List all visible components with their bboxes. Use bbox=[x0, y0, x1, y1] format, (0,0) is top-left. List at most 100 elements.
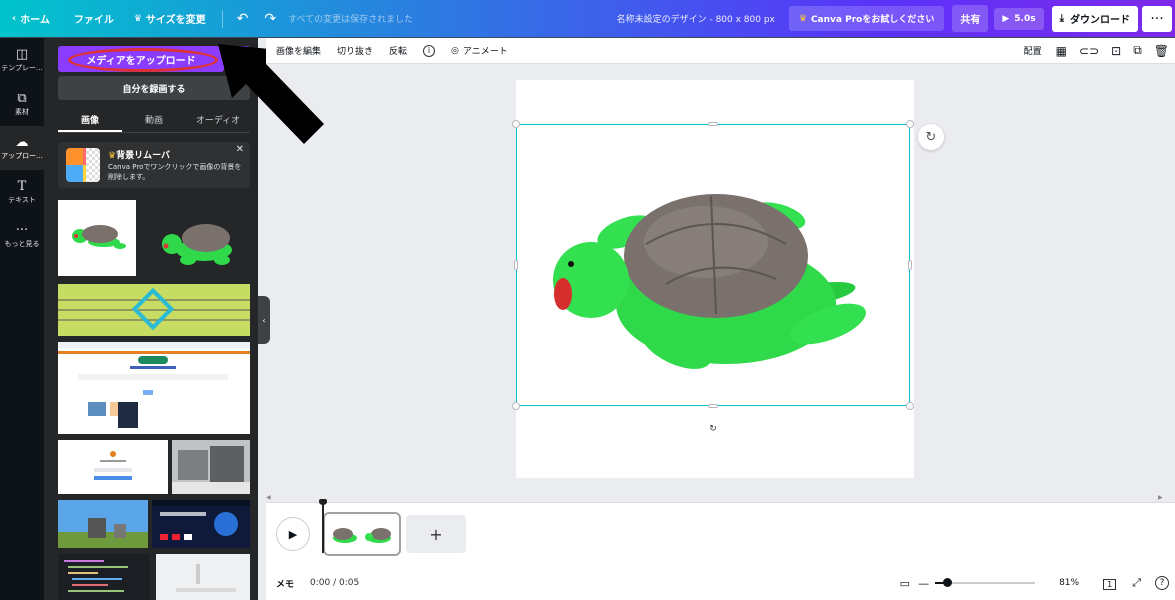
uploaded-image-game-scene[interactable] bbox=[58, 500, 148, 548]
present-play-button[interactable]: ▶ 5.0s bbox=[994, 7, 1044, 30]
uploaded-image-turtle-side[interactable] bbox=[144, 200, 250, 276]
zoom-level[interactable]: 81% bbox=[1059, 578, 1079, 588]
try-pro-button[interactable]: ♛ Canva Proをお試しください bbox=[788, 6, 945, 31]
annotation-circle bbox=[68, 48, 218, 72]
resize-handle[interactable] bbox=[514, 260, 518, 270]
rail-item-uploads[interactable]: ☁ アップロー... bbox=[0, 126, 44, 170]
uploaded-image-books[interactable] bbox=[172, 440, 250, 494]
resize-handle[interactable] bbox=[906, 402, 914, 410]
animate-label: アニメート bbox=[462, 47, 508, 57]
document-title[interactable]: 名称未設定のデザイン - 800 x 800 px bbox=[617, 12, 775, 25]
promo-text: Canva Proでワンクリックで画像の背景を削除します。 bbox=[108, 163, 242, 181]
transparency-icon[interactable]: ▦ bbox=[1050, 44, 1073, 58]
top-bar: ‹ ホーム ファイル ♛ サイズを変更 ↶ ↷ すべての変更は保存されました 名… bbox=[0, 0, 1175, 38]
rail-label: もっと見る bbox=[4, 239, 40, 248]
home-button[interactable]: ‹ ホーム bbox=[0, 0, 64, 38]
info-icon[interactable]: i bbox=[415, 44, 443, 57]
rail-label: 素材 bbox=[15, 107, 29, 116]
refresh-icon: ↻ bbox=[925, 129, 937, 145]
bottom-bar: メモ 0:00 / 0:05 ▭ — 81% 1 ⤢ ? bbox=[266, 566, 1175, 600]
save-status: すべての変更は保存されました bbox=[288, 15, 414, 25]
trash-icon[interactable]: 🗑 bbox=[1148, 44, 1175, 58]
flip-button[interactable]: 反転 bbox=[381, 44, 415, 57]
arrange-button[interactable]: 配置 bbox=[1016, 44, 1050, 57]
tab-images[interactable]: 画像 bbox=[58, 108, 122, 132]
crop-button[interactable]: 切り抜き bbox=[329, 44, 381, 57]
uploaded-image-green-diamond[interactable] bbox=[58, 284, 250, 336]
add-page-button[interactable]: + bbox=[406, 515, 466, 553]
uploaded-image-login-page[interactable] bbox=[58, 440, 168, 494]
zoom-slider[interactable] bbox=[935, 578, 1036, 587]
resize-handle[interactable] bbox=[708, 122, 718, 126]
link-icon[interactable]: ⊂⊃ bbox=[1073, 44, 1105, 58]
uploaded-image-office[interactable] bbox=[156, 554, 250, 600]
rotate-handle[interactable]: ↻ bbox=[705, 421, 721, 437]
rail-label: アップロー... bbox=[1, 151, 43, 160]
play-duration: 5.0s bbox=[1014, 13, 1036, 24]
chevron-left-icon: ‹ bbox=[262, 315, 266, 325]
crown-icon: ♛ bbox=[108, 151, 117, 161]
resize-handle[interactable] bbox=[708, 404, 718, 408]
more-options-button[interactable]: ··· bbox=[1142, 5, 1172, 32]
uploaded-image-turtle-top[interactable] bbox=[58, 200, 136, 276]
resize-handle[interactable] bbox=[512, 402, 520, 410]
scroll-left-icon[interactable]: ◀ bbox=[266, 494, 271, 501]
tab-videos[interactable]: 動画 bbox=[122, 108, 186, 132]
file-menu[interactable]: ファイル bbox=[64, 0, 124, 38]
try-pro-label: Canva Proをお試しください bbox=[810, 15, 935, 25]
playback-time: 0:00 / 0:05 bbox=[310, 578, 360, 588]
rail-label: テキスト bbox=[8, 195, 36, 204]
zoom-slider-knob[interactable] bbox=[943, 578, 953, 587]
animate-icon: ◎ bbox=[451, 45, 459, 56]
download-button[interactable]: ⤓ ダウンロード bbox=[1051, 5, 1138, 32]
rail-item-more[interactable]: ··· もっと見る bbox=[0, 214, 44, 258]
chevron-left-icon: ‹ bbox=[12, 13, 17, 24]
rail-item-templates[interactable]: ◫ テンプレー... bbox=[0, 38, 44, 82]
play-icon: ▶ bbox=[1002, 13, 1010, 24]
resize-handle[interactable] bbox=[512, 120, 520, 128]
notes-button[interactable]: メモ bbox=[266, 577, 294, 590]
refresh-page-button[interactable]: ↻ bbox=[918, 124, 944, 150]
promo-thumbnail bbox=[66, 148, 100, 182]
rail-label: テンプレー... bbox=[1, 63, 43, 72]
template-icon: ◫ bbox=[15, 46, 29, 62]
help-icon[interactable]: ? bbox=[1155, 576, 1169, 590]
scroll-right-icon[interactable]: ▶ bbox=[1158, 494, 1163, 501]
timeline-play-button[interactable]: ▶ bbox=[276, 517, 310, 551]
download-icon: ⤓ bbox=[1059, 13, 1064, 24]
timeline-page-thumbnail[interactable] bbox=[323, 512, 401, 556]
animate-button[interactable]: ◎ アニメート bbox=[443, 44, 516, 58]
download-label: ダウンロード bbox=[1070, 15, 1130, 26]
resize-handle[interactable] bbox=[908, 260, 912, 270]
upload-icon: ☁ bbox=[15, 134, 29, 150]
zoom-out-icon[interactable]: — bbox=[918, 577, 929, 590]
lock-icon[interactable]: ⊡ bbox=[1105, 44, 1127, 58]
editor-toolbar: 画像を編集 切り抜き 反転 i ◎ アニメート 配置 ▦ ⊂⊃ ⊡ ⧉ 🗑 bbox=[266, 38, 1175, 64]
share-button[interactable]: 共有 bbox=[952, 5, 989, 32]
resize-button[interactable]: ♛ サイズを変更 bbox=[124, 0, 216, 38]
rail-item-elements[interactable]: ⧉ 素材 bbox=[0, 82, 44, 126]
duplicate-icon[interactable]: ⧉ bbox=[1127, 43, 1148, 58]
timeline-toggle-icon[interactable]: ▭ bbox=[892, 577, 918, 590]
divider bbox=[221, 9, 223, 28]
uploaded-image-code[interactable] bbox=[58, 554, 150, 600]
selection-frame[interactable] bbox=[516, 124, 910, 406]
resize-handle[interactable] bbox=[906, 120, 914, 128]
page-count-button[interactable]: 1 bbox=[1095, 577, 1124, 590]
text-icon: T bbox=[17, 178, 27, 194]
undo-icon[interactable]: ↶ bbox=[229, 11, 257, 27]
rail-item-text[interactable]: T テキスト bbox=[0, 170, 44, 214]
ellipsis-icon: ··· bbox=[1150, 10, 1164, 27]
home-label: ホーム bbox=[20, 15, 50, 26]
crown-icon: ♛ bbox=[133, 13, 142, 24]
edit-image-button[interactable]: 画像を編集 bbox=[266, 44, 329, 57]
uploaded-image-screenshot[interactable] bbox=[58, 342, 250, 434]
left-rail: ◫ テンプレー... ⧉ 素材 ☁ アップロー... T テキスト ··· もっ… bbox=[0, 38, 44, 600]
uploaded-image-dark-website[interactable] bbox=[152, 500, 250, 548]
fullscreen-icon[interactable]: ⤢ bbox=[1124, 576, 1149, 590]
more-icon: ··· bbox=[15, 222, 29, 238]
redo-icon[interactable]: ↷ bbox=[256, 11, 284, 27]
collapse-panel-button[interactable]: ‹ bbox=[258, 296, 270, 344]
resize-label: サイズを変更 bbox=[145, 15, 206, 26]
playhead[interactable] bbox=[322, 501, 324, 553]
